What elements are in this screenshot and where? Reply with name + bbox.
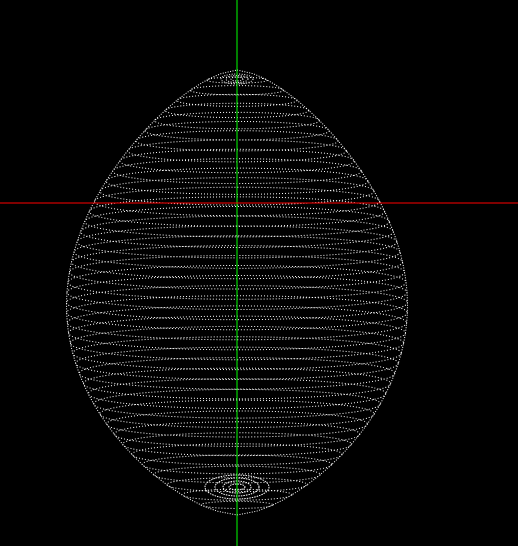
egg-point-cloud-canvas	[0, 0, 518, 546]
render-viewport[interactable]	[0, 0, 518, 546]
